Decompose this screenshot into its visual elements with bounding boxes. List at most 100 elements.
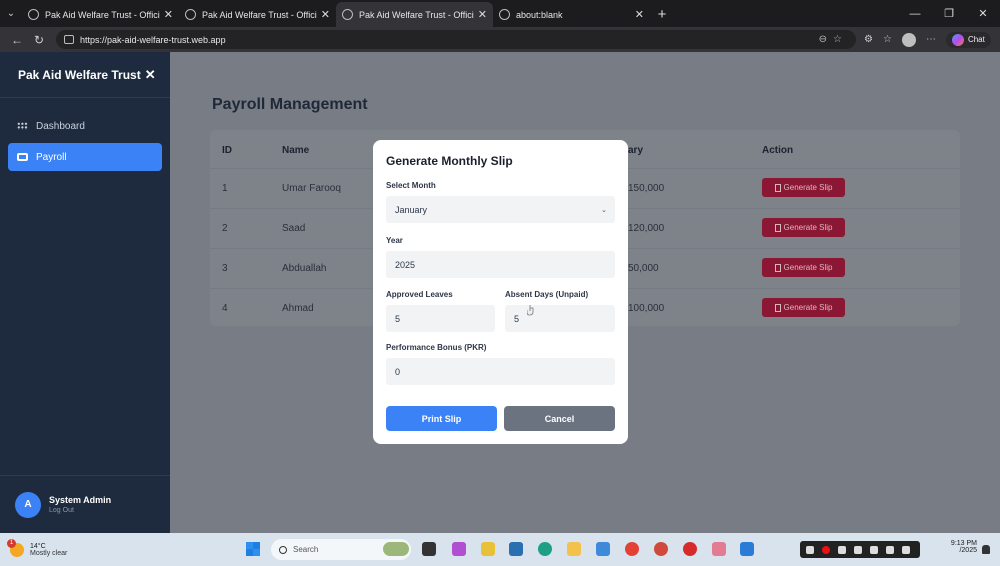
screen: ⌄ Pak Aid Welfare Trust - Official Cli ✕… xyxy=(0,0,1000,566)
minimize-icon[interactable]: — xyxy=(898,8,932,20)
approved-leaves-input[interactable]: 5 xyxy=(386,305,495,332)
search-icon xyxy=(279,545,287,554)
page-title: Payroll Management xyxy=(212,96,368,113)
generate-slip-modal: Generate Monthly Slip Select Month Janua… xyxy=(373,140,628,444)
sidebar-item-dashboard[interactable]: Dashboard xyxy=(8,112,162,140)
file-explorer-icon[interactable] xyxy=(567,542,581,556)
copilot-icon xyxy=(951,33,964,46)
weather-condition: Mostly clear xyxy=(30,549,68,557)
sidebar-item-label: Dashboard xyxy=(36,120,85,132)
browser-tab[interactable]: about:blank ✕ xyxy=(493,2,650,27)
globe-icon xyxy=(499,9,510,20)
sidebar-close-icon[interactable]: ✕ xyxy=(145,67,156,83)
mic-icon[interactable] xyxy=(838,545,846,554)
site-info-icon[interactable] xyxy=(64,35,74,44)
tab-title: Pak Aid Welfare Trust - Official Cli xyxy=(45,9,160,20)
widgets-icon[interactable] xyxy=(383,542,409,556)
document-icon xyxy=(774,263,781,272)
browser-tab[interactable]: Pak Aid Welfare Trust - Official Cli ✕ xyxy=(22,2,179,27)
approved-leaves-label: Approved Leaves xyxy=(386,290,453,299)
cancel-button[interactable]: Cancel xyxy=(504,406,615,431)
refresh-icon[interactable]: ↻ xyxy=(28,33,50,47)
month-select[interactable]: January ⌄ xyxy=(386,196,615,223)
cell-id: 4 xyxy=(222,303,228,314)
start-icon[interactable] xyxy=(246,542,260,556)
task-view-icon[interactable] xyxy=(422,542,436,556)
print-slip-button[interactable]: Print Slip xyxy=(386,406,497,431)
mail-icon[interactable] xyxy=(596,542,610,556)
cell-id: 1 xyxy=(222,183,228,194)
camera-icon[interactable] xyxy=(806,545,814,554)
back-icon[interactable]: ← xyxy=(6,33,28,47)
url-text: https://pak-aid-welfare-trust.web.app xyxy=(80,34,226,45)
generate-slip-button[interactable]: Generate Slip xyxy=(762,178,845,197)
chrome-icon[interactable] xyxy=(625,542,639,556)
generate-slip-label: Generate Slip xyxy=(783,263,833,272)
cell-salary: 50,000 xyxy=(628,263,659,274)
avatar: A xyxy=(15,491,41,518)
bonus-input[interactable]: 0 xyxy=(386,358,615,385)
tab-close-icon[interactable]: ✕ xyxy=(635,8,644,21)
absent-days-input[interactable]: 5 xyxy=(505,305,615,332)
column-header-action: Action xyxy=(762,145,794,156)
column-header-id: ID xyxy=(222,145,232,156)
bell-icon[interactable] xyxy=(982,545,990,554)
cell-salary: 150,000 xyxy=(628,183,665,194)
sidebar-item-payroll[interactable]: Payroll xyxy=(8,143,162,171)
extensions-icon[interactable]: ⚙ xyxy=(864,34,873,45)
generate-slip-button[interactable]: Generate Slip xyxy=(762,258,845,277)
weather-text: 14°C Mostly clear xyxy=(30,543,67,557)
toolbar-right: ⚙ ☆ ⋯ Chat xyxy=(864,31,991,48)
tab-list-chevron-icon[interactable]: ⌄ xyxy=(0,0,22,27)
store-icon[interactable] xyxy=(509,542,523,556)
user-name: System Admin xyxy=(49,495,112,505)
clock[interactable]: 9:13 PM /2025 xyxy=(945,540,977,554)
logout-link[interactable]: Log Out xyxy=(49,507,111,514)
folder-icon[interactable] xyxy=(886,545,894,554)
copilot-button[interactable]: Chat xyxy=(945,31,991,48)
new-tab-button[interactable]: + xyxy=(650,2,674,27)
generate-slip-button[interactable]: Generate Slip xyxy=(762,218,845,237)
copilot-taskbar-icon[interactable] xyxy=(452,542,466,556)
browser-tab[interactable]: Pak Aid Welfare Trust - Official Cli ✕ xyxy=(179,2,336,27)
app-icon[interactable] xyxy=(481,542,495,556)
network-icon[interactable] xyxy=(870,545,878,554)
tab-close-icon[interactable]: ✕ xyxy=(478,8,487,21)
browser-tab-active[interactable]: Pak Aid Welfare Trust - Official Cli ✕ xyxy=(336,2,493,27)
close-window-icon[interactable]: ✕ xyxy=(966,7,1000,20)
weather-widget[interactable]: 1 14°C Mostly clear xyxy=(0,538,200,557)
vscode-icon[interactable] xyxy=(740,542,754,556)
user-panel: A System Admin Log Out xyxy=(0,475,170,533)
volume-icon[interactable] xyxy=(854,545,862,554)
profile-avatar[interactable] xyxy=(901,32,916,47)
tab-close-icon[interactable]: ✕ xyxy=(321,8,330,21)
payroll-icon xyxy=(17,153,28,161)
chevron-down-icon: ⌄ xyxy=(601,206,607,214)
document-icon xyxy=(774,183,781,192)
chrome-profile-icon[interactable] xyxy=(654,542,668,556)
more-icon[interactable]: ⋯ xyxy=(926,34,936,45)
recorder-icon[interactable] xyxy=(683,542,697,556)
favorites-icon[interactable]: ☆ xyxy=(883,34,892,45)
cell-id: 2 xyxy=(222,223,228,234)
settings-icon[interactable] xyxy=(902,545,910,554)
app-icon[interactable] xyxy=(712,542,726,556)
year-input[interactable]: 2025 xyxy=(386,251,615,278)
approved-leaves-value: 5 xyxy=(395,313,401,324)
user-info: System Admin Log Out xyxy=(49,495,111,514)
bonus-label: Performance Bonus (PKR) xyxy=(386,343,487,352)
document-icon xyxy=(774,303,781,312)
url-field[interactable]: https://pak-aid-welfare-trust.web.app ⊖☆ xyxy=(56,30,856,49)
tab-title: Pak Aid Welfare Trust - Official Cli xyxy=(359,9,474,20)
edge-icon[interactable] xyxy=(538,542,552,556)
tab-close-icon[interactable]: ✕ xyxy=(164,8,173,21)
cell-name: Umar Farooq xyxy=(282,183,341,194)
column-header-salary: ary xyxy=(628,145,644,156)
generate-slip-button[interactable]: Generate Slip xyxy=(762,298,845,317)
cell-name: Abduallah xyxy=(282,263,327,274)
restore-icon[interactable]: ❐ xyxy=(932,7,966,20)
system-tray xyxy=(800,541,920,558)
url-actions-icons[interactable]: ⊖☆ xyxy=(819,34,848,45)
record-icon[interactable] xyxy=(822,545,830,554)
sidebar: Pak Aid Welfare Trust ✕ Dashboard Payrol… xyxy=(0,52,170,533)
